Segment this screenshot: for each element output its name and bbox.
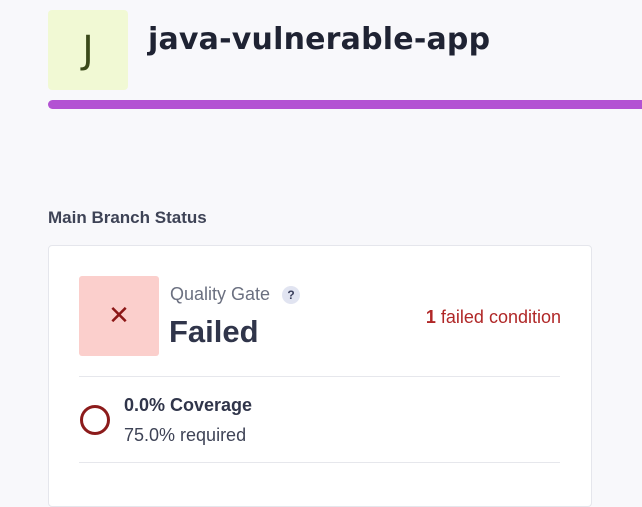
quality-gate-status: Failed: [169, 314, 259, 349]
divider: [79, 376, 560, 377]
quality-gate-card: ✕ Quality Gate ? Failed 1 failed conditi…: [48, 245, 592, 507]
quality-gate-status-box: ✕: [79, 276, 159, 356]
project-color-bar: [48, 100, 642, 109]
close-icon: ✕: [108, 301, 130, 331]
failed-count: 1: [425, 307, 436, 327]
quality-gate-label: Quality Gate: [170, 284, 271, 304]
failed-text: failed condition: [440, 307, 561, 327]
divider: [79, 462, 560, 463]
help-icon[interactable]: ?: [282, 286, 300, 304]
condition-title[interactable]: 0.0% Coverage: [124, 395, 252, 416]
project-avatar: J: [48, 10, 128, 90]
section-title: Main Branch Status: [48, 208, 207, 227]
project-avatar-letter: J: [82, 28, 94, 72]
condition-requirement: 75.0% required: [124, 425, 247, 445]
failed-circle-icon: [80, 405, 110, 435]
project-title: java-vulnerable-app: [148, 22, 491, 57]
failed-conditions-link[interactable]: 1 failed condition: [426, 307, 561, 328]
